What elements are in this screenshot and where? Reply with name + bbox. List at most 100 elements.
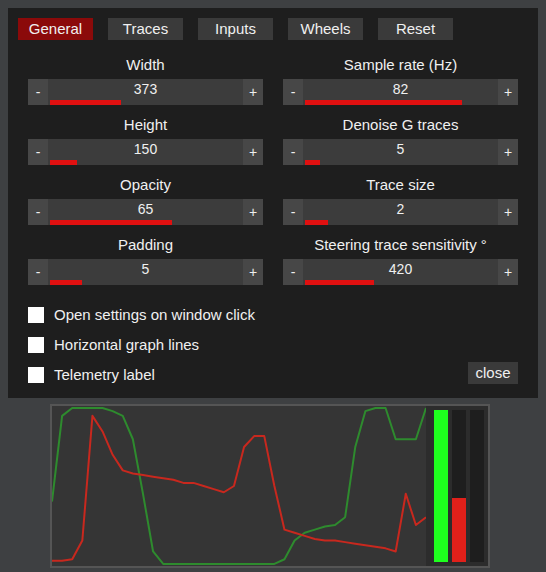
setting-label: Opacity	[28, 175, 263, 195]
stepper: -150+	[28, 139, 263, 165]
level-fill	[305, 220, 328, 225]
checkbox[interactable]	[28, 307, 44, 323]
setting: Steering trace sensitivity ° -420+	[283, 235, 518, 285]
level-track	[305, 160, 496, 165]
value-field[interactable]: 150	[48, 139, 243, 165]
increment-button[interactable]: +	[498, 259, 518, 285]
checkbox-label: Telemetry label	[54, 364, 155, 387]
checkbox-row[interactable]: Open settings on window click	[28, 305, 255, 325]
level-track	[305, 100, 496, 105]
checkbox[interactable]	[28, 367, 44, 383]
level-track	[50, 220, 241, 225]
stepper: -5+	[283, 139, 518, 165]
input-bar-track	[452, 410, 466, 562]
value: 150	[50, 139, 241, 160]
setting-label: Denoise G traces	[283, 115, 518, 135]
setting-label: Padding	[28, 235, 263, 255]
value-field[interactable]: 373	[48, 79, 243, 105]
value: 420	[305, 259, 496, 280]
input-bar-fill	[452, 498, 466, 562]
telemetry-widget	[50, 404, 490, 568]
decrement-button[interactable]: -	[28, 79, 48, 105]
setting-label: Width	[28, 55, 263, 75]
tab[interactable]: Reset	[378, 18, 453, 40]
stepper: -2+	[283, 199, 518, 225]
decrement-button[interactable]: -	[283, 79, 303, 105]
stepper: -5+	[28, 259, 263, 285]
level-fill	[50, 100, 121, 105]
value: 5	[305, 139, 496, 160]
increment-button[interactable]: +	[498, 139, 518, 165]
settings-grid: Width-373+Sample rate (Hz)-82+Height-150…	[18, 55, 528, 285]
setting-label: Height	[28, 115, 263, 135]
value-field[interactable]: 2	[303, 199, 498, 225]
close-button[interactable]: close	[468, 362, 518, 385]
input-bar-fill	[434, 410, 448, 562]
screen: GeneralTracesInputsWheelsResetWidth-373+…	[0, 0, 546, 572]
value-field[interactable]: 5	[48, 259, 243, 285]
tab[interactable]: General	[18, 18, 93, 40]
setting: Denoise G traces -5+	[283, 115, 518, 165]
level-fill	[305, 280, 374, 285]
tab[interactable]: Inputs	[198, 18, 273, 40]
stepper: -373+	[28, 79, 263, 105]
tab-bar: General Traces Inputs Wheels Reset	[18, 18, 528, 40]
value-field[interactable]: 420	[303, 259, 498, 285]
level-track	[50, 280, 241, 285]
decrement-button[interactable]: -	[28, 139, 48, 165]
level-fill	[50, 280, 82, 285]
input-bar-track	[470, 410, 484, 562]
decrement-button[interactable]: -	[28, 199, 48, 225]
value: 82	[305, 79, 496, 100]
value: 5	[50, 259, 241, 280]
value-field[interactable]: 82	[303, 79, 498, 105]
trace-line	[52, 408, 426, 564]
telemetry-chart	[52, 406, 426, 566]
level-track	[305, 220, 496, 225]
level-fill	[305, 100, 462, 105]
setting: Opacity -65+	[28, 175, 263, 225]
input-bar-track	[434, 410, 448, 562]
checkbox[interactable]	[28, 337, 44, 353]
level-track	[305, 280, 496, 285]
checkbox-label: Horizontal graph lines	[54, 334, 199, 357]
level-fill	[50, 160, 77, 165]
setting-label: Sample rate (Hz)	[283, 55, 518, 75]
stepper: -82+	[283, 79, 518, 105]
tab[interactable]: Wheels	[288, 18, 363, 40]
input-bars	[434, 406, 484, 566]
stepper: -65+	[28, 199, 263, 225]
setting: Sample rate (Hz) -82+	[283, 55, 518, 105]
options: Open settings on window click Horizontal …	[18, 305, 528, 385]
increment-button[interactable]: +	[243, 259, 263, 285]
level-track	[50, 100, 241, 105]
setting: Height -150+	[28, 115, 263, 165]
checkbox-row[interactable]: Telemetry label	[28, 365, 255, 385]
value: 65	[50, 199, 241, 220]
checkbox-label: Open settings on window click	[54, 304, 255, 327]
stepper: -420+	[283, 259, 518, 285]
increment-button[interactable]: +	[498, 79, 518, 105]
tab[interactable]: Traces	[108, 18, 183, 40]
decrement-button[interactable]: -	[28, 259, 48, 285]
chart-area	[52, 406, 426, 566]
setting: Trace size -2+	[283, 175, 518, 225]
value-field[interactable]: 65	[48, 199, 243, 225]
setting-label: Steering trace sensitivity °	[283, 235, 518, 255]
level-track	[50, 160, 241, 165]
increment-button[interactable]: +	[498, 199, 518, 225]
checkbox-row[interactable]: Horizontal graph lines	[28, 335, 255, 355]
increment-button[interactable]: +	[243, 199, 263, 225]
trace-line	[52, 416, 426, 561]
setting: Padding -5+	[28, 235, 263, 285]
decrement-button[interactable]: -	[283, 199, 303, 225]
decrement-button[interactable]: -	[283, 259, 303, 285]
level-fill	[305, 160, 320, 165]
value-field[interactable]: 5	[303, 139, 498, 165]
increment-button[interactable]: +	[243, 139, 263, 165]
setting-label: Trace size	[283, 175, 518, 195]
settings-panel: GeneralTracesInputsWheelsResetWidth-373+…	[8, 8, 538, 398]
decrement-button[interactable]: -	[283, 139, 303, 165]
increment-button[interactable]: +	[243, 79, 263, 105]
level-fill	[50, 220, 172, 225]
